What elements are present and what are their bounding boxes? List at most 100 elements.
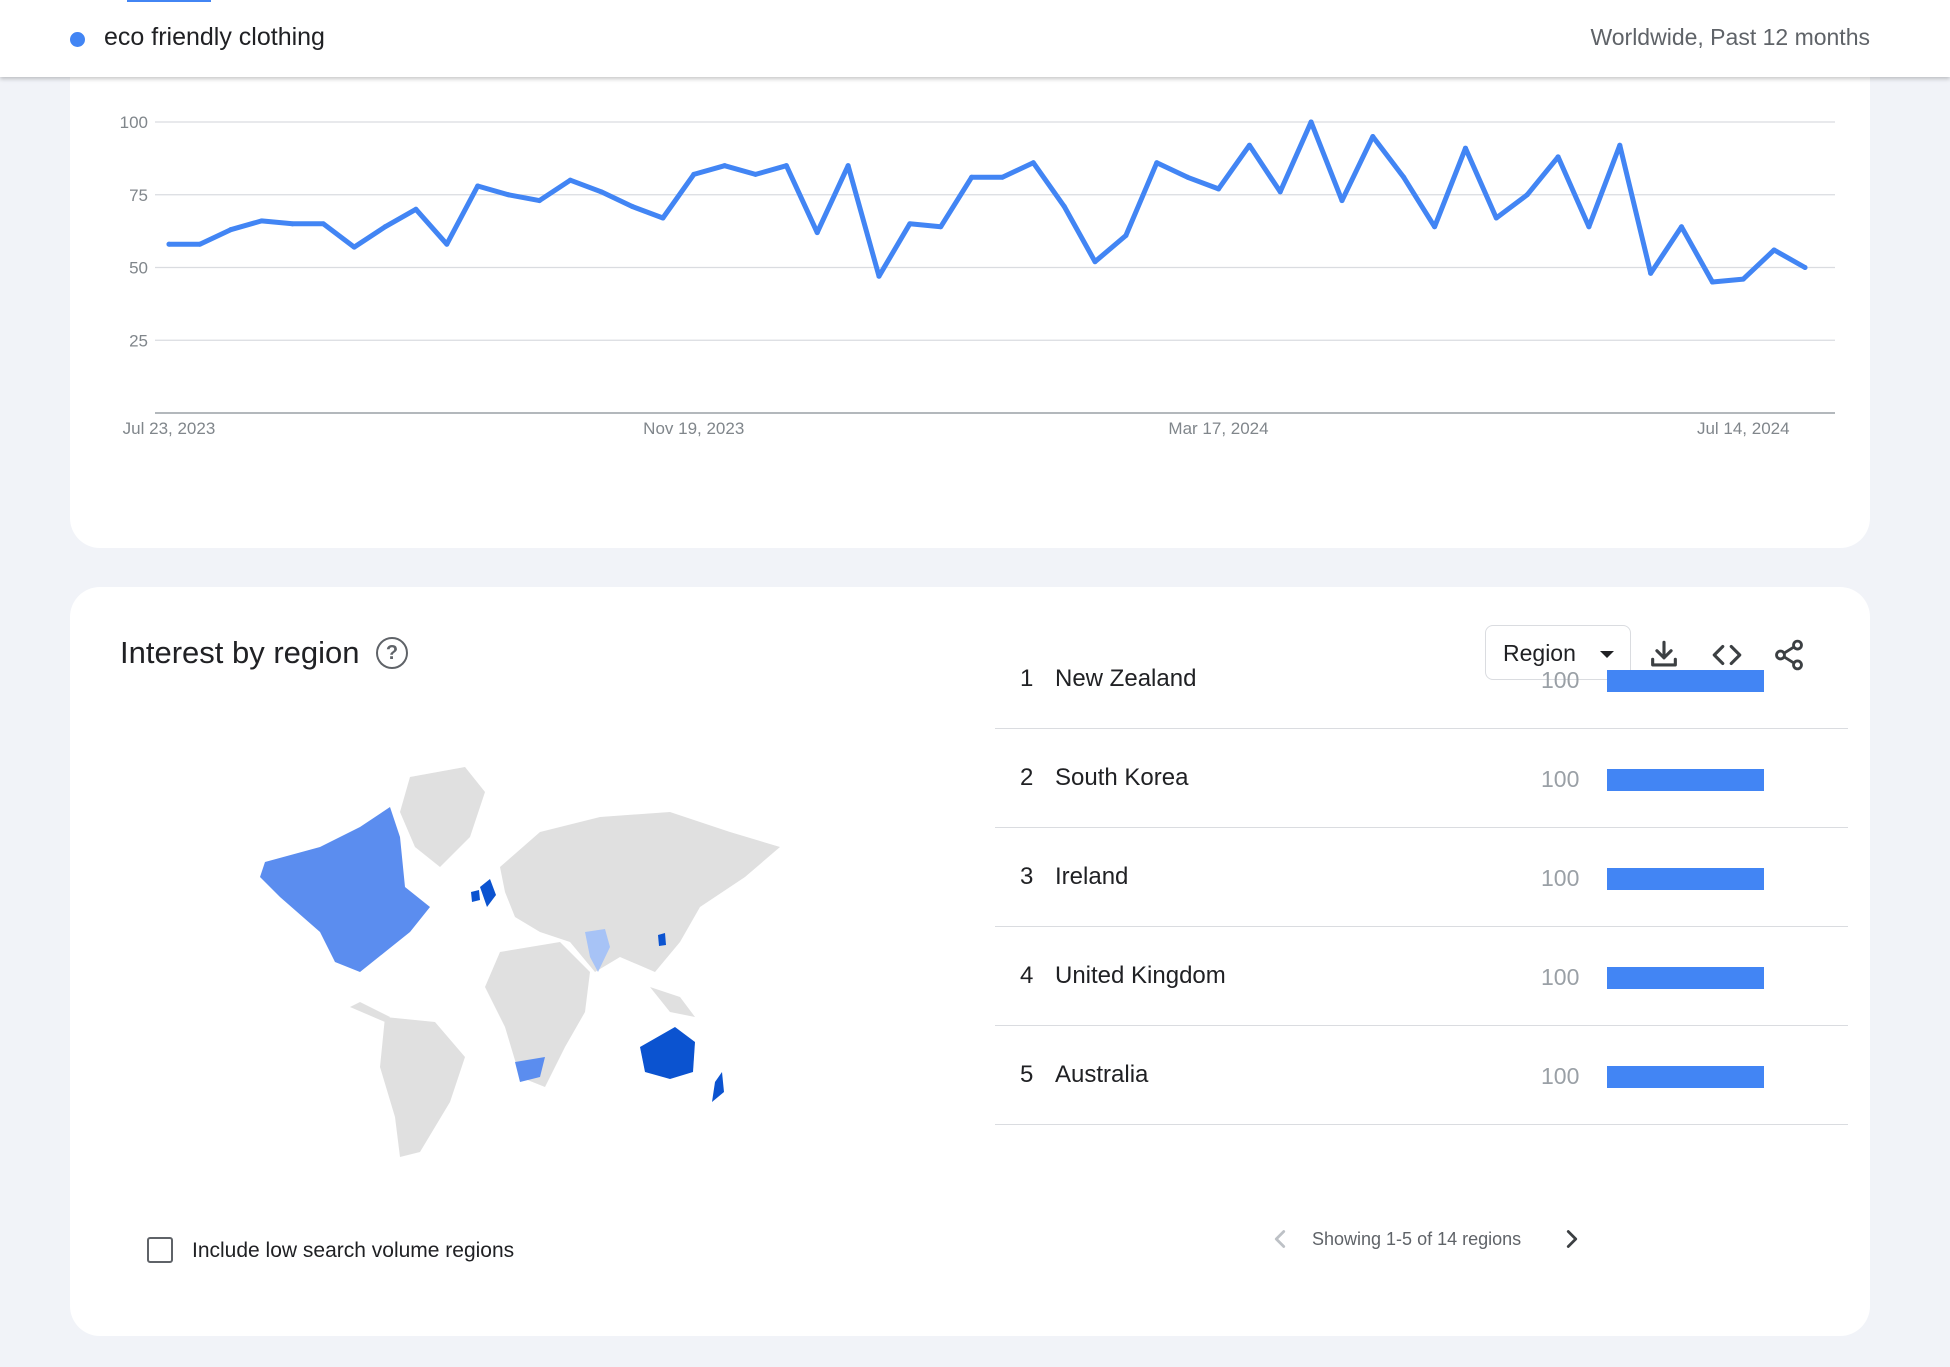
data-point[interactable] xyxy=(1432,224,1438,230)
data-point[interactable] xyxy=(567,177,573,183)
data-point[interactable] xyxy=(1740,276,1746,282)
region-bar xyxy=(1607,1066,1764,1088)
data-point[interactable] xyxy=(1679,224,1685,230)
data-point[interactable] xyxy=(752,171,758,177)
data-point[interactable] xyxy=(382,224,388,230)
data-point[interactable] xyxy=(1524,192,1530,198)
india xyxy=(585,929,610,972)
search-term-bar: eco friendly clothing Worldwide, Past 12… xyxy=(0,0,1950,77)
data-point[interactable] xyxy=(228,227,234,233)
data-point[interactable] xyxy=(475,183,481,189)
region-value: 100 xyxy=(1541,766,1580,792)
data-point[interactable] xyxy=(1493,215,1499,221)
region-name[interactable]: South Korea xyxy=(1055,764,1188,792)
region-value: 100 xyxy=(1541,1063,1580,1089)
region-list-item[interactable]: 5 Australia 100 xyxy=(995,1026,1848,1125)
region-bar-fill xyxy=(1607,769,1764,791)
data-point[interactable] xyxy=(1771,247,1777,253)
data-point[interactable] xyxy=(1555,154,1561,160)
data-point[interactable] xyxy=(1092,259,1098,265)
region-rank: 5 xyxy=(1020,1061,1034,1088)
y-tick-label: 75 xyxy=(129,186,148,205)
region-bar-fill xyxy=(1607,1066,1764,1088)
data-point[interactable] xyxy=(938,224,944,230)
data-point[interactable] xyxy=(1216,186,1222,192)
central-america xyxy=(350,1002,390,1022)
australia xyxy=(640,1027,695,1079)
data-point[interactable] xyxy=(598,189,604,195)
southeast-asia xyxy=(650,987,695,1017)
data-point[interactable] xyxy=(814,230,820,236)
region-name[interactable]: Australia xyxy=(1055,1061,1148,1089)
data-point[interactable] xyxy=(413,206,419,212)
region-list-item[interactable]: 4 United Kingdom 100 xyxy=(995,927,1848,1026)
region-bar-fill xyxy=(1607,670,1764,692)
data-point[interactable] xyxy=(1123,232,1129,238)
low-volume-checkbox[interactable] xyxy=(147,1237,173,1263)
x-tick-label: Jul 14, 2024 xyxy=(1697,419,1790,438)
data-point[interactable] xyxy=(1277,189,1283,195)
region-list-item[interactable]: 1 New Zealand 100 xyxy=(995,630,1848,729)
section-title: Interest by region xyxy=(120,635,360,670)
data-point[interactable] xyxy=(506,192,512,198)
data-point[interactable] xyxy=(1030,160,1036,166)
data-point[interactable] xyxy=(197,241,203,247)
data-point[interactable] xyxy=(444,241,450,247)
data-point[interactable] xyxy=(1462,145,1468,151)
region-name[interactable]: Ireland xyxy=(1055,863,1128,891)
data-point[interactable] xyxy=(1617,142,1623,148)
term-color-dot xyxy=(70,32,85,47)
north-america xyxy=(260,807,430,972)
data-point[interactable] xyxy=(845,163,851,169)
region-list-item[interactable]: 2 South Korea 100 xyxy=(995,729,1848,828)
help-circle-icon[interactable]: ? xyxy=(376,637,408,669)
data-point[interactable] xyxy=(1339,198,1345,204)
data-point[interactable] xyxy=(351,244,357,250)
data-point[interactable] xyxy=(289,221,295,227)
data-point[interactable] xyxy=(660,215,666,221)
data-point[interactable] xyxy=(783,163,789,169)
greenland xyxy=(400,767,485,867)
south-korea xyxy=(658,933,666,946)
region-rank: 4 xyxy=(1020,962,1034,989)
data-point[interactable] xyxy=(1185,174,1191,180)
data-point[interactable] xyxy=(1648,270,1654,276)
data-point[interactable] xyxy=(1709,279,1715,285)
data-point[interactable] xyxy=(1802,265,1808,270)
new-zealand xyxy=(712,1072,724,1102)
trend-chart[interactable]: 100 75 50 25 Jul 23, 2023 Nov 19, 2023 Mar 17,… xyxy=(70,40,1870,548)
region-bar-fill xyxy=(1607,868,1764,890)
region-name[interactable]: New Zealand xyxy=(1055,665,1196,693)
data-point[interactable] xyxy=(1154,160,1160,166)
y-tick-label: 50 xyxy=(129,259,148,278)
data-point[interactable] xyxy=(876,273,882,279)
data-point[interactable] xyxy=(536,198,542,204)
data-point[interactable] xyxy=(691,171,697,177)
united-kingdom xyxy=(480,879,496,907)
data-point[interactable] xyxy=(907,221,913,227)
south-america xyxy=(380,1017,465,1157)
data-point[interactable] xyxy=(320,221,326,227)
data-point[interactable] xyxy=(1061,203,1067,209)
x-tick-label: Jul 23, 2023 xyxy=(123,419,216,438)
data-point[interactable] xyxy=(722,163,728,169)
data-point[interactable] xyxy=(629,203,635,209)
data-point[interactable] xyxy=(969,174,975,180)
chevron-left-icon[interactable] xyxy=(1265,1224,1295,1254)
data-point[interactable] xyxy=(1246,142,1252,148)
search-term-label[interactable]: eco friendly clothing xyxy=(104,23,325,52)
series-line[interactable] xyxy=(166,119,1808,285)
data-point[interactable] xyxy=(166,241,172,247)
data-point[interactable] xyxy=(1308,119,1314,125)
region-value: 100 xyxy=(1541,667,1580,693)
data-point[interactable] xyxy=(999,174,1005,180)
data-point[interactable] xyxy=(1401,174,1407,180)
region-bar xyxy=(1607,967,1764,989)
region-list-item[interactable]: 3 Ireland 100 xyxy=(995,828,1848,927)
data-point[interactable] xyxy=(1370,134,1376,140)
data-point[interactable] xyxy=(1586,224,1592,230)
chevron-right-icon[interactable] xyxy=(1557,1224,1587,1254)
world-map[interactable] xyxy=(200,757,840,1157)
data-point[interactable] xyxy=(259,218,265,224)
region-name[interactable]: United Kingdom xyxy=(1055,962,1226,990)
